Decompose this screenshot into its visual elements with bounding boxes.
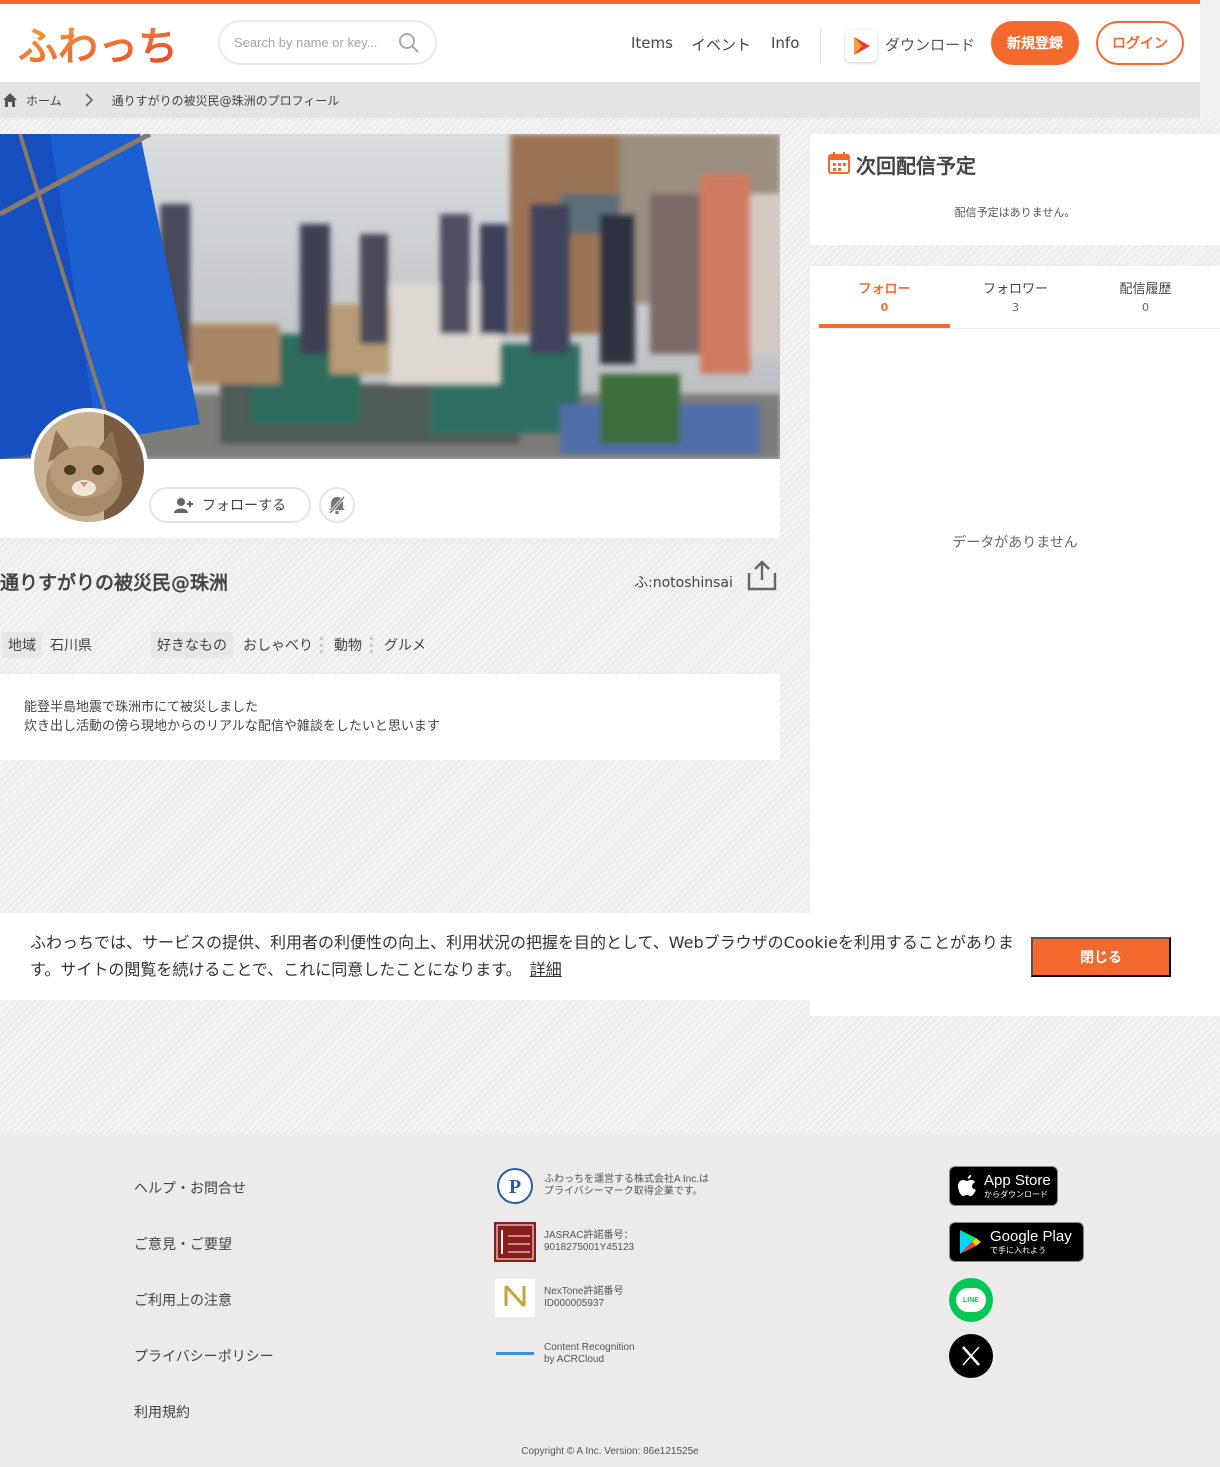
region-label: 地域	[2, 632, 42, 658]
x-icon[interactable]	[949, 1334, 993, 1378]
follow-button[interactable]: フォローする	[149, 487, 311, 523]
breadcrumb: ホーム 通りすがりの被災民@珠洲のプロフィール	[0, 82, 1200, 118]
like-separator	[370, 637, 373, 653]
like-item: おしゃべり	[243, 638, 313, 654]
cookie-details-link[interactable]: 詳細	[530, 960, 562, 979]
schedule-empty-message: 配信予定はありません。	[954, 206, 1076, 219]
chevron-right-icon	[84, 93, 94, 107]
calendar-icon	[828, 152, 850, 174]
nav-events[interactable]: イベント	[691, 34, 751, 55]
cookie-close-button[interactable]: 閉じる	[1031, 937, 1171, 977]
cookie-text: ふわっちでは、サービスの提供、利用者の利便性の向上、利用状況の把握を目的として、…	[30, 933, 1014, 979]
jasrac-text: JASRAC許諾番号： 9018275001Y45123	[544, 1230, 635, 1253]
tab-follow[interactable]: フォロー 0	[819, 278, 950, 314]
cookie-banner: ふわっちでは、サービスの提供、利用者の利便性の向上、利用状況の把握を目的として、…	[0, 913, 1220, 1000]
acrcloud-text: Content Recognition by ACRCloud	[544, 1342, 635, 1365]
nextone-text: NexTone許諾番号 ID000005937	[544, 1286, 624, 1309]
breadcrumb-current: 通りすがりの被災民@珠洲のプロフィール	[111, 93, 340, 108]
like-item: グルメ	[384, 638, 426, 654]
footer-link-privacy[interactable]: プライバシーポリシー	[134, 1346, 274, 1366]
nav-divider	[820, 26, 821, 64]
profile-bio: 能登半島地震で珠洲市にて被災しました 炊き出し活動の傍ら現地からのリアルな配信や…	[0, 674, 780, 760]
svg-text:ふわっち: ふわっち	[18, 24, 178, 70]
login-button[interactable]: ログイン	[1096, 21, 1184, 65]
home-icon[interactable]	[2, 92, 18, 108]
nav-info[interactable]: Info	[771, 34, 799, 52]
notification-off-button[interactable]	[319, 487, 355, 523]
profile-user-id: ふ:notoshinsai	[634, 575, 733, 591]
copyright: Copyright © A Inc. Version: 86e121525e	[521, 1446, 699, 1457]
tab-label: フォロー	[858, 282, 911, 297]
region-value: 石川県	[50, 638, 92, 654]
apple-icon	[958, 1175, 978, 1197]
footer-link-notes[interactable]: ご利用上の注意	[134, 1290, 232, 1310]
bio-line: 能登半島地震で珠洲市にて被災しました	[24, 700, 259, 715]
svg-text:P: P	[509, 1176, 521, 1198]
tab-count: 0	[880, 301, 889, 314]
schedule-title: 次回配信予定	[856, 154, 976, 178]
app-store-badge[interactable]: App Store からダウンロード	[949, 1166, 1058, 1206]
cookie-message: ふわっちでは、サービスの提供、利用者の利便性の向上、利用状況の把握を目的として、…	[30, 929, 1020, 983]
tab-label: フォロワー	[982, 282, 1048, 297]
search-input[interactable]	[234, 35, 384, 50]
follow-button-label: フォローする	[202, 497, 286, 513]
privacy-mark-icon: P	[494, 1166, 536, 1206]
site-header: ふわっち Items イベント Info ダウンロード 新規登録 ログイン	[0, 4, 1200, 82]
add-user-icon	[174, 497, 194, 513]
breadcrumb-home[interactable]: ホーム	[26, 92, 62, 109]
schedule-panel: 次回配信予定 配信予定はありません。	[810, 134, 1220, 245]
acrcloud-icon	[494, 1334, 536, 1374]
profile-name: 通りすがりの被災民@珠洲	[0, 572, 229, 594]
nav-items[interactable]: Items	[631, 34, 673, 52]
tab-broadcast-history[interactable]: 配信履歴 0	[1080, 278, 1211, 314]
avatar	[30, 408, 148, 526]
tab-label: 配信履歴	[1119, 282, 1172, 297]
cover-photo	[0, 134, 780, 459]
like-item: 動物	[334, 638, 362, 654]
share-icon[interactable]	[745, 559, 779, 597]
site-footer: ヘルプ・お問合せ ご意見・ご要望 ご利用上の注意 プライバシーポリシー 利用規約…	[0, 1134, 1220, 1467]
tab-followers[interactable]: フォロワー 3	[950, 278, 1081, 314]
search-box[interactable]	[218, 20, 437, 65]
search-icon[interactable]	[397, 31, 421, 59]
google-play-icon	[958, 1229, 982, 1255]
jasrac-icon	[494, 1222, 536, 1262]
tab-divider	[810, 328, 1220, 329]
google-play-badge[interactable]: Google Play で手に入れよう	[949, 1222, 1084, 1262]
site-logo[interactable]: ふわっち	[16, 18, 178, 70]
privacy-mark-text: ふわっちを運営する株式会社A Inc.は プライバシーマーク取得企業です。	[544, 1174, 710, 1197]
bell-off-icon	[327, 495, 347, 515]
nextone-icon	[493, 1277, 537, 1319]
line-icon[interactable]: LINE	[949, 1278, 993, 1322]
tab-count: 0	[1142, 301, 1149, 314]
empty-state-message: データがありません	[952, 535, 1078, 551]
signup-button[interactable]: 新規登録	[991, 21, 1079, 65]
likes-label: 好きなもの	[151, 632, 233, 658]
like-separator	[320, 637, 323, 653]
footer-link-terms[interactable]: 利用規約	[134, 1402, 190, 1422]
footer-link-feedback[interactable]: ご意見・ご要望	[134, 1234, 232, 1254]
download-link[interactable]: ダウンロード	[885, 34, 975, 55]
bio-line: 炊き出し活動の傍ら現地からのリアルな配信や雑談をしたいと思います	[24, 719, 440, 734]
app-download-icon[interactable]	[845, 30, 877, 62]
profile-name-row: 通りすがりの被災民@珠洲 ふ:notoshinsai	[0, 554, 780, 610]
follow-tabs-panel: フォロー 0 フォロワー 3 配信履歴 0 データがありません	[810, 266, 1220, 1016]
footer-link-help[interactable]: ヘルプ・お問合せ	[134, 1178, 246, 1198]
tab-count: 3	[1012, 301, 1019, 314]
